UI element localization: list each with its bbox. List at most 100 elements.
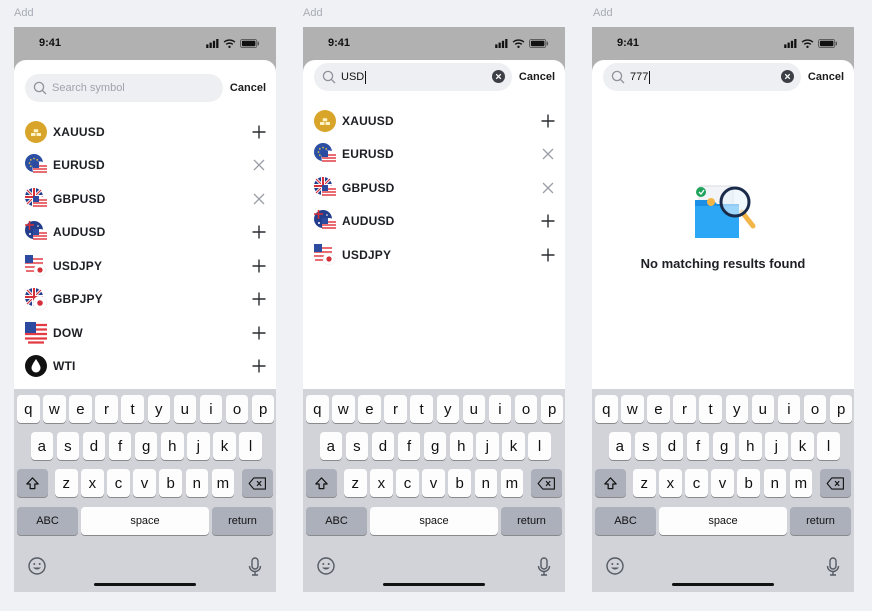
key-v[interactable]: v bbox=[133, 469, 156, 497]
abc-key[interactable]: ABC bbox=[306, 507, 367, 535]
add-symbol-icon[interactable] bbox=[541, 114, 555, 128]
emoji-icon[interactable] bbox=[28, 557, 46, 575]
key-x[interactable]: x bbox=[659, 469, 682, 497]
key-n[interactable]: n bbox=[474, 469, 497, 497]
add-symbol-icon[interactable] bbox=[252, 225, 266, 239]
cancel-button[interactable]: Cancel bbox=[808, 71, 844, 83]
key-h[interactable]: h bbox=[161, 432, 184, 460]
key-a[interactable]: a bbox=[30, 432, 53, 460]
microphone-icon[interactable] bbox=[248, 557, 262, 576]
key-g[interactable]: g bbox=[134, 432, 158, 460]
key-h[interactable]: h bbox=[739, 432, 762, 460]
key-u[interactable]: u bbox=[173, 395, 197, 423]
add-symbol-icon[interactable] bbox=[252, 292, 266, 306]
key-n[interactable]: n bbox=[185, 469, 208, 497]
key-m[interactable]: m bbox=[789, 469, 813, 497]
return-key[interactable]: return bbox=[501, 507, 562, 535]
key-g[interactable]: g bbox=[712, 432, 736, 460]
key-i[interactable]: i bbox=[777, 395, 801, 423]
key-k[interactable]: k bbox=[213, 432, 236, 460]
key-i[interactable]: i bbox=[199, 395, 223, 423]
key-z[interactable]: z bbox=[633, 469, 656, 497]
key-u[interactable]: u bbox=[751, 395, 775, 423]
microphone-icon[interactable] bbox=[537, 557, 551, 576]
key-v[interactable]: v bbox=[422, 469, 445, 497]
key-a[interactable]: a bbox=[608, 432, 631, 460]
shift-key[interactable] bbox=[17, 469, 48, 497]
key-d[interactable]: d bbox=[660, 432, 684, 460]
space-key[interactable]: space bbox=[370, 507, 498, 535]
key-b[interactable]: b bbox=[159, 469, 182, 497]
key-b[interactable]: b bbox=[737, 469, 760, 497]
key-x[interactable]: x bbox=[81, 469, 104, 497]
symbol-row-eurusd[interactable]: EURUSD bbox=[303, 138, 565, 172]
add-symbol-icon[interactable] bbox=[252, 326, 266, 340]
key-c[interactable]: c bbox=[107, 469, 130, 497]
add-symbol-icon[interactable] bbox=[252, 125, 266, 139]
backspace-key[interactable] bbox=[820, 469, 851, 497]
search-input[interactable]: USD bbox=[341, 70, 367, 84]
key-o[interactable]: o bbox=[514, 395, 538, 423]
key-o[interactable]: o bbox=[225, 395, 249, 423]
add-symbol-icon[interactable] bbox=[252, 259, 266, 273]
return-key[interactable]: return bbox=[212, 507, 273, 535]
key-m[interactable]: m bbox=[211, 469, 235, 497]
symbol-row-usdjpy[interactable]: USDJPY bbox=[303, 238, 565, 272]
key-h[interactable]: h bbox=[450, 432, 473, 460]
search-field[interactable]: 777 bbox=[603, 63, 801, 91]
key-o[interactable]: o bbox=[803, 395, 827, 423]
microphone-icon[interactable] bbox=[826, 557, 840, 576]
remove-symbol-icon[interactable] bbox=[541, 181, 555, 195]
symbol-row-wti[interactable]: WTI bbox=[14, 350, 276, 384]
shift-key[interactable] bbox=[306, 469, 337, 497]
symbol-row-gbpusd[interactable]: GBPUSD bbox=[14, 182, 276, 216]
space-key[interactable]: space bbox=[81, 507, 209, 535]
key-y[interactable]: y bbox=[436, 395, 459, 423]
key-l[interactable]: l bbox=[817, 432, 840, 460]
key-j[interactable]: j bbox=[187, 432, 210, 460]
key-r[interactable]: r bbox=[673, 395, 696, 423]
key-y[interactable]: y bbox=[147, 395, 170, 423]
cancel-button[interactable]: Cancel bbox=[230, 82, 266, 94]
key-m[interactable]: m bbox=[500, 469, 524, 497]
key-e[interactable]: e bbox=[647, 395, 670, 423]
key-q[interactable]: q bbox=[595, 395, 618, 423]
key-z[interactable]: z bbox=[344, 469, 367, 497]
emoji-icon[interactable] bbox=[317, 557, 335, 575]
key-k[interactable]: k bbox=[791, 432, 814, 460]
key-s[interactable]: s bbox=[345, 432, 369, 460]
backspace-key[interactable] bbox=[242, 469, 273, 497]
key-u[interactable]: u bbox=[462, 395, 486, 423]
key-j[interactable]: j bbox=[765, 432, 788, 460]
symbol-row-audusd[interactable]: AUDUSD bbox=[303, 205, 565, 239]
clear-search-icon[interactable] bbox=[780, 70, 794, 83]
key-f[interactable]: f bbox=[397, 432, 421, 460]
key-c[interactable]: c bbox=[685, 469, 708, 497]
backspace-key[interactable] bbox=[531, 469, 562, 497]
clear-search-icon[interactable] bbox=[491, 70, 505, 83]
abc-key[interactable]: ABC bbox=[595, 507, 656, 535]
key-i[interactable]: i bbox=[488, 395, 512, 423]
emoji-icon[interactable] bbox=[606, 557, 624, 575]
key-l[interactable]: l bbox=[528, 432, 551, 460]
key-c[interactable]: c bbox=[396, 469, 419, 497]
remove-symbol-icon[interactable] bbox=[252, 158, 266, 172]
key-f[interactable]: f bbox=[108, 432, 132, 460]
key-q[interactable]: q bbox=[17, 395, 40, 423]
key-w[interactable]: w bbox=[332, 395, 355, 423]
key-s[interactable]: s bbox=[634, 432, 658, 460]
search-field[interactable]: USD bbox=[314, 63, 512, 91]
key-p[interactable]: p bbox=[540, 395, 564, 423]
key-s[interactable]: s bbox=[56, 432, 80, 460]
key-t[interactable]: t bbox=[699, 395, 722, 423]
symbol-row-gbpusd[interactable]: GBPUSD bbox=[303, 171, 565, 205]
key-b[interactable]: b bbox=[448, 469, 471, 497]
symbol-row-gbpjpy[interactable]: GBPJPY bbox=[14, 283, 276, 317]
symbol-row-xauusd[interactable]: XAUUSD bbox=[14, 115, 276, 149]
key-g[interactable]: g bbox=[423, 432, 447, 460]
key-d[interactable]: d bbox=[82, 432, 106, 460]
remove-symbol-icon[interactable] bbox=[541, 147, 555, 161]
key-j[interactable]: j bbox=[476, 432, 499, 460]
remove-symbol-icon[interactable] bbox=[252, 192, 266, 206]
key-x[interactable]: x bbox=[370, 469, 393, 497]
